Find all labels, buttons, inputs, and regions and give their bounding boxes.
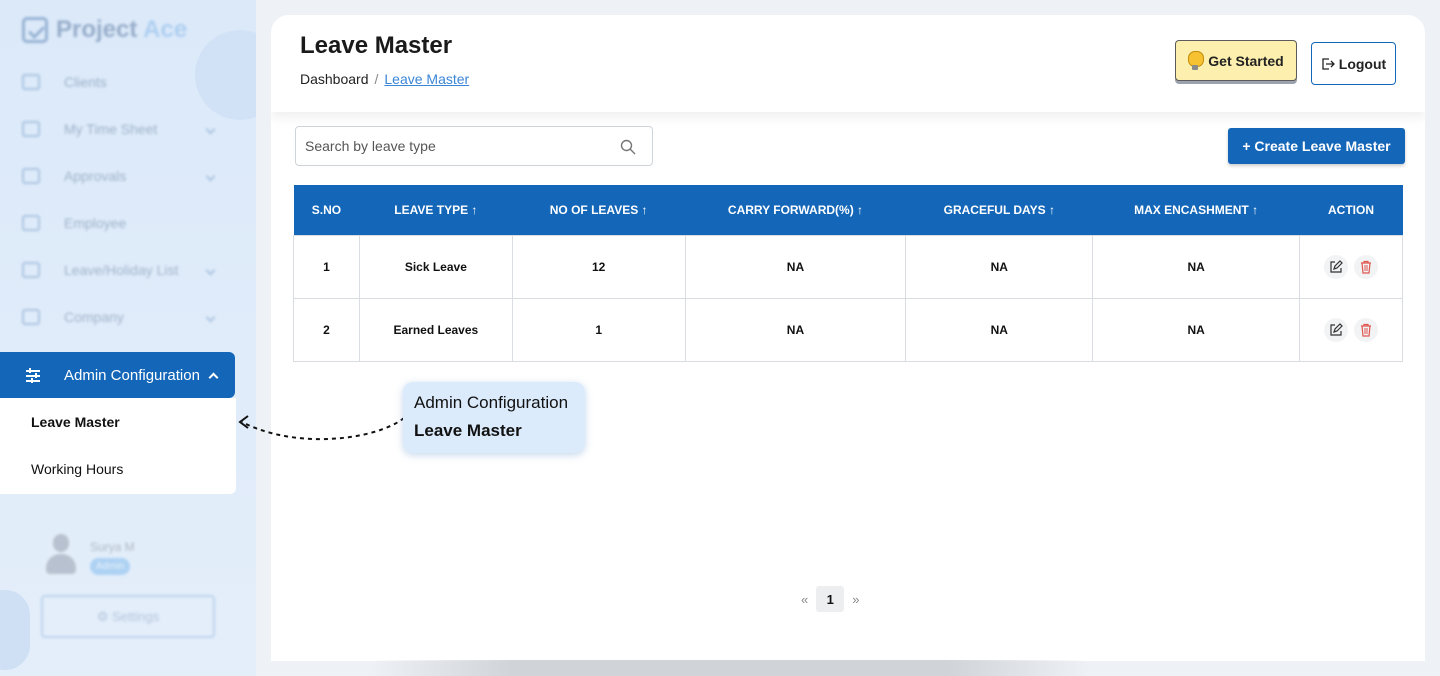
page-header: Leave Master Dashboard / Leave Master Get … bbox=[271, 15, 1425, 112]
user-name: Surya M bbox=[90, 540, 135, 554]
sidebar-item-label: Employee bbox=[64, 215, 127, 231]
pagination: « 1 » bbox=[801, 586, 859, 612]
clients-icon bbox=[22, 74, 40, 90]
settings-button[interactable]: ⚙ Settings bbox=[41, 595, 215, 638]
table-row: 1 Sick Leave 12 NA NA NA bbox=[293, 234, 1403, 299]
logout-label: Logout bbox=[1338, 55, 1387, 72]
breadcrumb: Dashboard / Leave Master bbox=[300, 71, 469, 87]
search-input[interactable] bbox=[305, 138, 605, 154]
sidebar-item-company[interactable]: Company bbox=[22, 305, 222, 329]
table-row: 2 Earned Leaves 1 NA NA NA bbox=[293, 297, 1403, 362]
edit-icon[interactable] bbox=[1324, 254, 1348, 279]
edit-icon[interactable] bbox=[1324, 317, 1348, 342]
get-started-label: Get Started bbox=[1208, 52, 1284, 69]
cell-max-encashment: NA bbox=[1092, 234, 1301, 299]
page-title: Leave Master bbox=[300, 32, 453, 59]
leave-table: S.NO LEAVE TYPE ↑ NO OF LEAVES ↑ CARRY F… bbox=[293, 185, 1403, 362]
sidebar-item-leave-holiday-list[interactable]: Leave/Holiday List bbox=[22, 258, 222, 282]
sidebar: Project Ace Clients My Time Sheet Approv… bbox=[0, 0, 256, 676]
callout-line-2: Leave Master bbox=[414, 421, 522, 440]
admin-submenu: Leave Master Working Hours bbox=[0, 398, 236, 494]
employee-icon bbox=[22, 215, 40, 231]
user-profile[interactable]: Surya M Admin bbox=[44, 534, 135, 575]
submenu-item-working-hours[interactable]: Working Hours bbox=[31, 461, 123, 477]
sidebar-item-approvals[interactable]: Approvals bbox=[22, 164, 222, 188]
delete-icon[interactable] bbox=[1354, 254, 1378, 279]
pagination-prev[interactable]: « bbox=[801, 592, 808, 607]
create-leave-master-button[interactable]: + Create Leave Master bbox=[1228, 128, 1405, 164]
column-header-action: ACTION bbox=[1299, 185, 1403, 235]
sidebar-item-clients[interactable]: Clients bbox=[22, 70, 222, 94]
breadcrumb-dashboard[interactable]: Dashboard bbox=[300, 71, 369, 87]
get-started-button[interactable]: Get Started bbox=[1175, 40, 1297, 81]
timesheet-icon bbox=[22, 121, 40, 137]
sidebar-item-my-time-sheet[interactable]: My Time Sheet bbox=[22, 117, 222, 141]
table-header-row: S.NO LEAVE TYPE ↑ NO OF LEAVES ↑ CARRY F… bbox=[293, 185, 1403, 235]
breadcrumb-current[interactable]: Leave Master bbox=[384, 71, 469, 87]
cell-sno: 2 bbox=[293, 297, 360, 362]
cell-sno: 1 bbox=[293, 234, 360, 299]
callout-line-1: Admin Configuration bbox=[414, 393, 569, 412]
cell-carry-forward: NA bbox=[684, 234, 907, 299]
column-header-no-of-leaves[interactable]: NO OF LEAVES ↑ bbox=[512, 185, 686, 235]
search-box[interactable] bbox=[295, 126, 653, 166]
chevron-down-icon bbox=[205, 124, 216, 134]
sidebar-item-label: Admin Configuration bbox=[64, 366, 200, 384]
chevron-down-icon bbox=[205, 265, 216, 275]
breadcrumb-separator: / bbox=[374, 71, 379, 87]
chevron-down-icon bbox=[205, 312, 216, 322]
cell-max-encashment: NA bbox=[1092, 297, 1301, 362]
sidebar-item-employee[interactable]: Employee bbox=[22, 211, 222, 235]
sidebar-item-label: My Time Sheet bbox=[64, 121, 158, 137]
chevron-up-icon bbox=[208, 372, 219, 382]
cell-carry-forward: NA bbox=[684, 297, 907, 362]
cell-no-of-leaves: 1 bbox=[511, 297, 686, 362]
role-badge: Admin bbox=[90, 558, 131, 575]
delete-icon[interactable] bbox=[1354, 317, 1378, 342]
cell-leave-type: Sick Leave bbox=[358, 234, 513, 299]
document-icon bbox=[22, 262, 40, 278]
cell-graceful-days: NA bbox=[905, 234, 1094, 299]
callout-arrow-icon bbox=[238, 415, 405, 441]
calendar-icon bbox=[22, 168, 40, 184]
pagination-page[interactable]: 1 bbox=[816, 586, 845, 612]
chevron-down-icon bbox=[205, 171, 216, 181]
sidebar-item-label: Company bbox=[64, 309, 124, 325]
decor-blob bbox=[0, 590, 30, 670]
footer-shadow bbox=[370, 660, 1090, 676]
cell-graceful-days: NA bbox=[905, 297, 1094, 362]
sliders-icon bbox=[26, 368, 40, 383]
sidebar-item-admin-configuration[interactable]: Admin Configuration bbox=[0, 352, 235, 398]
avatar bbox=[44, 534, 78, 574]
app-logo[interactable]: Project Ace bbox=[22, 16, 187, 44]
lightbulb-icon bbox=[1188, 50, 1205, 71]
search-icon[interactable] bbox=[620, 139, 636, 155]
logout-icon bbox=[1322, 57, 1335, 70]
cell-no-of-leaves: 12 bbox=[511, 234, 686, 299]
callout-tooltip: Admin Configuration Leave Master bbox=[403, 382, 585, 453]
column-header-carry-forward[interactable]: CARRY FORWARD(%) ↑ bbox=[685, 185, 906, 235]
logo-icon bbox=[22, 17, 48, 43]
logo-text-accent: Ace bbox=[143, 16, 188, 43]
cell-leave-type: Earned Leaves bbox=[358, 297, 513, 362]
sidebar-item-label: Clients bbox=[64, 74, 107, 90]
cell-action bbox=[1299, 234, 1403, 299]
column-header-leave-type[interactable]: LEAVE TYPE ↑ bbox=[359, 185, 513, 235]
pagination-next[interactable]: » bbox=[852, 592, 859, 607]
column-header-max-encashment[interactable]: MAX ENCASHMENT ↑ bbox=[1092, 185, 1300, 235]
logo-text: Project bbox=[56, 16, 138, 43]
submenu-item-leave-master[interactable]: Leave Master bbox=[31, 414, 120, 430]
column-header-graceful-days[interactable]: GRACEFUL DAYS ↑ bbox=[905, 185, 1093, 235]
column-header-sno: S.NO bbox=[293, 185, 360, 235]
company-icon bbox=[22, 309, 40, 325]
sidebar-item-label: Approvals bbox=[64, 168, 127, 184]
logout-button[interactable]: Logout bbox=[1311, 42, 1396, 85]
main-panel: Leave Master Dashboard / Leave Master Get … bbox=[271, 15, 1425, 661]
sidebar-item-label: Leave/Holiday List bbox=[64, 262, 179, 278]
cell-action bbox=[1299, 297, 1403, 362]
